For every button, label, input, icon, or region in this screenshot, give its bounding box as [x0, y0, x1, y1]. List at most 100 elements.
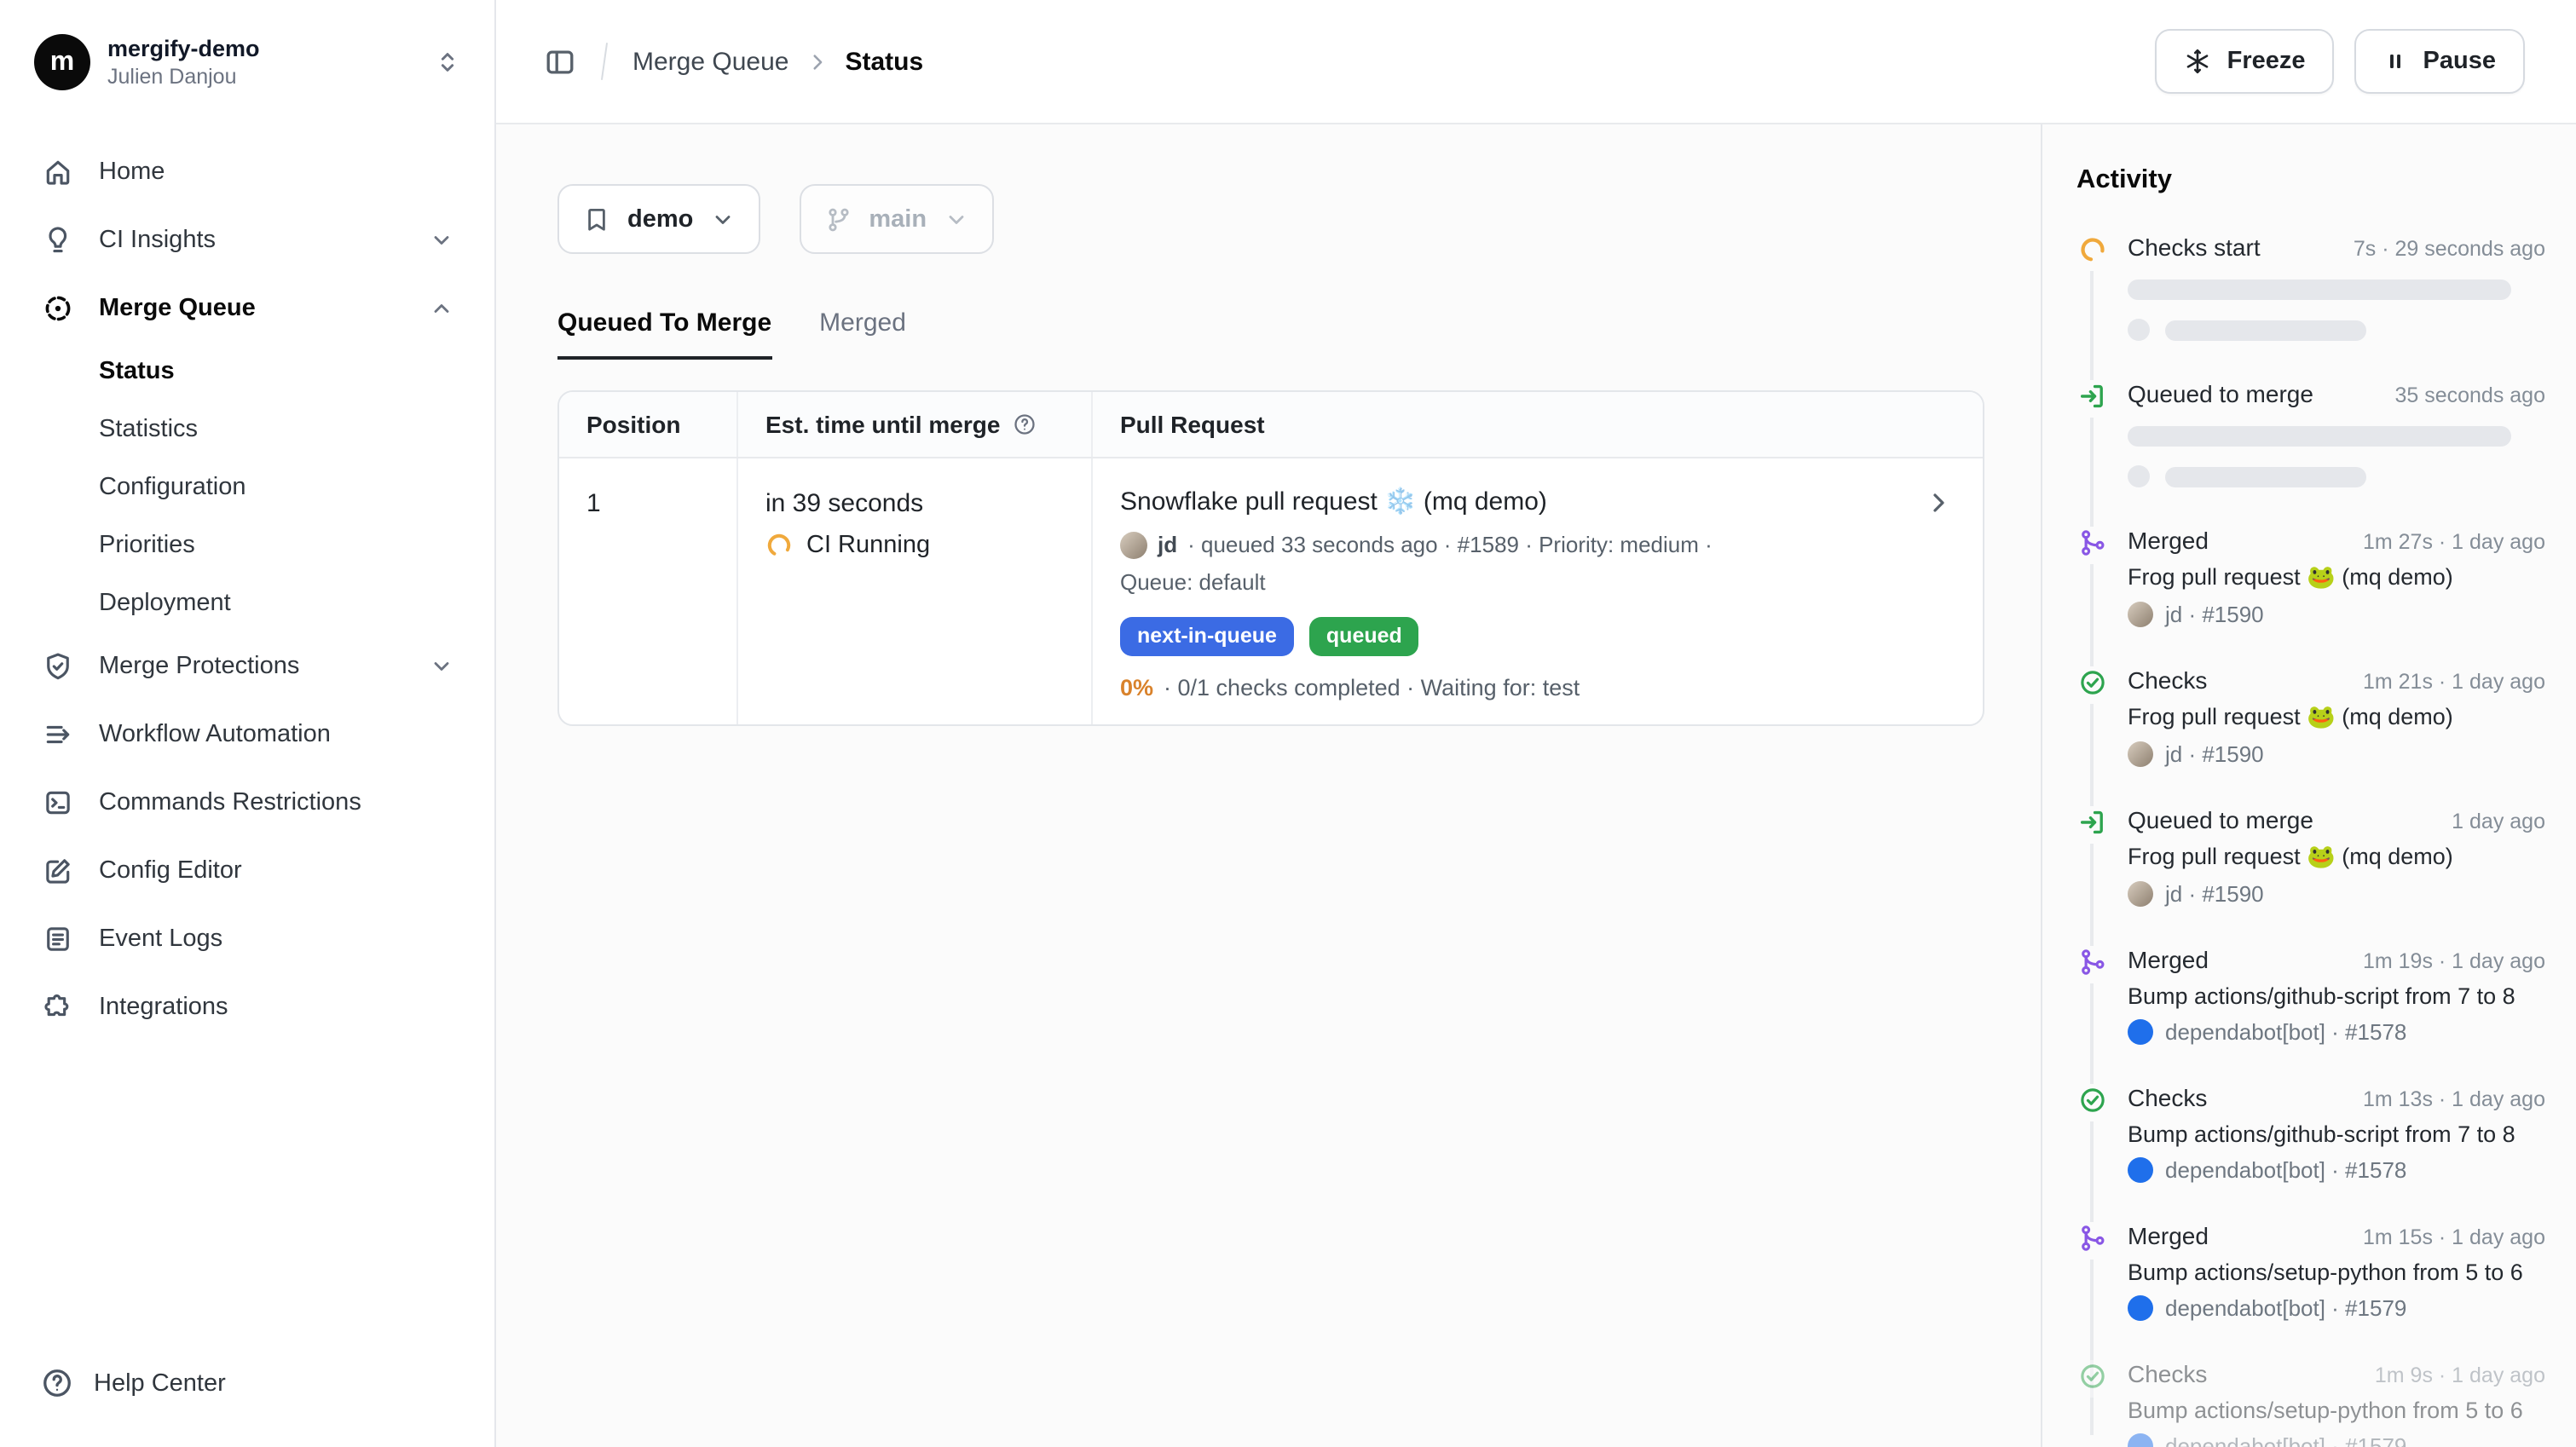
eta-value: in 39 seconds	[765, 482, 1064, 518]
activity-time: 1m 21s · 1 day ago	[2363, 670, 2545, 694]
activity-pr-title[interactable]: Frog pull request 🐸 (mq demo)	[2128, 564, 2545, 591]
checks-start-spinner-icon	[2076, 233, 2107, 271]
sidebar-item-workflow-automation[interactable]: Workflow Automation	[20, 700, 474, 769]
activity-item: Checks 1m 9s · 1 day ago Bump actions/se…	[2076, 1360, 2545, 1447]
main-area: Merge Queue Status Freeze Pause	[496, 0, 2576, 1447]
skeleton-bar	[2165, 466, 2366, 487]
help-circle-icon	[41, 1367, 73, 1399]
shield-icon	[41, 649, 75, 683]
column-position: Position	[559, 392, 738, 457]
sidebar-item-home[interactable]: Home	[20, 138, 474, 206]
freeze-label: Freeze	[2227, 48, 2306, 75]
sidebar-item-deployment[interactable]: Deployment	[20, 574, 474, 632]
column-pull-request: Pull Request	[1093, 392, 1983, 457]
activity-label: Checks	[2128, 1084, 2207, 1111]
sidebar-item-label: Integrations	[99, 994, 228, 1021]
repo-name: demo	[627, 205, 693, 233]
sidebar-item-merge-queue[interactable]: Merge Queue	[20, 274, 474, 343]
activity-item: Queued to merge 1 day ago Frog pull requ…	[2076, 806, 2545, 907]
activity-title: Activity	[2076, 165, 2545, 196]
activity-pr-title[interactable]: Bump actions/setup-python from 5 to 6	[2128, 1260, 2545, 1285]
checks-progress: 0%	[1120, 675, 1153, 700]
repo-selector[interactable]: demo	[557, 184, 760, 254]
check-circle-icon	[2076, 1360, 2107, 1398]
queue-tabs: Queued To Merge Merged	[557, 308, 1984, 360]
pause-label: Pause	[2423, 48, 2496, 75]
merge-queue-icon	[41, 291, 75, 326]
activity-time: 1m 13s · 1 day ago	[2363, 1087, 2545, 1111]
queued-to-merge-icon	[2076, 806, 2107, 844]
activity-timeline: Checks start 7s · 29 seconds ago	[2076, 233, 2545, 1447]
breadcrumb-merge-queue[interactable]: Merge Queue	[632, 47, 788, 76]
sidebar-item-label: Config Editor	[99, 857, 242, 885]
sidebar-item-configuration[interactable]: Configuration	[20, 458, 474, 516]
tab-queued-to-merge[interactable]: Queued To Merge	[557, 308, 771, 360]
eta-cell: in 39 seconds CI Running	[738, 458, 1093, 724]
queue-row[interactable]: 1 in 39 seconds CI Running	[559, 458, 1983, 724]
check-circle-icon	[2076, 1084, 2107, 1121]
sidebar-item-commands-restrictions[interactable]: Commands Restrictions	[20, 769, 474, 837]
freeze-button[interactable]: Freeze	[2156, 29, 2335, 94]
repo-icon	[583, 205, 610, 233]
activity-time: 1m 15s · 1 day ago	[2363, 1225, 2545, 1249]
activity-pr-title[interactable]: Frog pull request 🐸 (mq demo)	[2128, 844, 2545, 871]
activity-pr-title[interactable]: Bump actions/github-script from 7 to 8	[2128, 983, 2545, 1009]
home-icon	[41, 155, 75, 189]
org-switcher[interactable]: m mergify-demo Julien Danjou	[20, 20, 474, 104]
activity-item: Queued to merge 35 seconds ago	[2076, 380, 2545, 487]
activity-label: Merged	[2128, 946, 2209, 973]
branch-name: main	[869, 205, 927, 233]
top-bar: Merge Queue Status Freeze Pause	[496, 0, 2576, 124]
dependabot-avatar	[2128, 1019, 2153, 1045]
pr-badges: next-in-queue queued	[1120, 617, 1904, 656]
sidebar-item-config-editor[interactable]: Config Editor	[20, 837, 474, 905]
avatar	[2128, 741, 2153, 767]
sidebar-item-priorities[interactable]: Priorities	[20, 516, 474, 574]
badge-next-in-queue: next-in-queue	[1120, 617, 1294, 656]
sidebar-toggle-icon[interactable]	[537, 38, 583, 84]
git-merge-icon	[2076, 1222, 2107, 1260]
sidebar-item-event-logs[interactable]: Event Logs	[20, 905, 474, 973]
activity-byline: jd · #1590	[2165, 602, 2264, 627]
sidebar-item-label: Home	[99, 159, 165, 186]
checks-summary: · 0/1 checks completed · Waiting for: te…	[1164, 675, 1580, 700]
activity-byline: dependabot[bot] · #1578	[2165, 1157, 2406, 1183]
mergify-logo: m	[34, 34, 90, 90]
chevron-down-icon	[430, 228, 453, 252]
org-name: mergify-demo	[107, 34, 418, 63]
pr-title[interactable]: Snowflake pull request ❄️ (mq demo)	[1120, 482, 1904, 516]
dependabot-avatar	[2128, 1157, 2153, 1183]
divider	[601, 43, 608, 80]
activity-pr-title[interactable]: Bump actions/setup-python from 5 to 6	[2128, 1398, 2545, 1423]
help-circle-icon[interactable]	[1012, 412, 1036, 436]
sidebar-item-merge-protections[interactable]: Merge Protections	[20, 632, 474, 700]
activity-item: Checks 1m 21s · 1 day ago Frog pull requ…	[2076, 666, 2545, 767]
activity-time: 1m 19s · 1 day ago	[2363, 949, 2545, 973]
activity-time: 1m 9s · 1 day ago	[2375, 1363, 2545, 1387]
activity-byline: jd · #1590	[2165, 741, 2264, 767]
activity-pr-title[interactable]: Frog pull request 🐸 (mq demo)	[2128, 704, 2545, 731]
activity-label: Checks	[2128, 1360, 2207, 1387]
help-center-link[interactable]: Help Center	[20, 1353, 474, 1413]
sidebar-item-status[interactable]: Status	[20, 343, 474, 401]
sidebar-item-ci-insights[interactable]: CI Insights	[20, 206, 474, 274]
activity-item: Merged 1m 27s · 1 day ago Frog pull requ…	[2076, 527, 2545, 627]
tab-merged[interactable]: Merged	[819, 308, 906, 360]
merge-queue-subnav: Status Statistics Configuration Prioriti…	[20, 343, 474, 632]
sidebar-item-label: Commands Restrictions	[99, 789, 361, 816]
activity-pr-title[interactable]: Bump actions/github-script from 7 to 8	[2128, 1121, 2545, 1147]
git-merge-icon	[2076, 946, 2107, 983]
skeleton-avatar	[2128, 319, 2150, 341]
activity-label: Checks	[2128, 666, 2207, 694]
git-branch-icon	[824, 205, 852, 233]
queued-to-merge-icon	[2076, 380, 2107, 418]
position-cell: 1	[559, 458, 738, 724]
sidebar-item-statistics[interactable]: Statistics	[20, 401, 474, 458]
breadcrumb: Merge Queue Status	[632, 47, 923, 76]
branch-selector[interactable]: main	[799, 184, 993, 254]
sidebar-item-integrations[interactable]: Integrations	[20, 973, 474, 1041]
pause-button[interactable]: Pause	[2355, 29, 2525, 94]
chevron-up-icon	[430, 297, 453, 320]
pr-queue-text: Queue: default	[1120, 566, 1266, 600]
row-expand-chevron-icon[interactable]	[1925, 489, 1952, 516]
